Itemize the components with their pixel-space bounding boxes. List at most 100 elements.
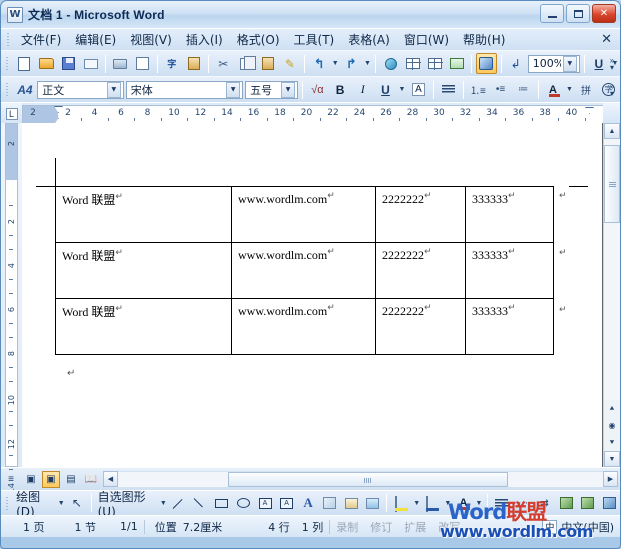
mail-recipient-button[interactable] [81,53,101,74]
scroll-up-button[interactable]: ▲ [604,123,620,139]
underline-style-dropdown[interactable]: ▼ [397,79,407,100]
align-button[interactable] [438,79,459,100]
font-dropdown-arrow[interactable]: ▼ [226,82,240,98]
line-style-button[interactable] [492,493,512,514]
web-layout-view-button[interactable]: ▣ [22,471,40,488]
table-row[interactable]: Word 联盟↵www.wordlm.com↵2222222↵333333↵ [56,243,554,299]
highlight-border-button[interactable]: A [408,79,429,100]
vertical-scroll-thumb[interactable] [604,145,620,223]
copy-button[interactable] [235,53,255,74]
font-combo[interactable]: 宋体 ▼ [126,81,243,99]
print-button[interactable] [110,53,130,74]
status-language-area[interactable]: 中 中文(中国) [542,519,620,535]
paste-button[interactable] [258,53,278,74]
table-cell[interactable]: Word 联盟↵ [56,299,232,355]
fill-color-button[interactable] [391,493,411,514]
close-button[interactable]: ✕ [592,4,616,23]
phonetic-guide-button[interactable]: 拼 [576,79,597,100]
table-cell[interactable]: Word 联盟↵ [56,243,232,299]
outline-view-button[interactable]: ▤ [62,471,80,488]
new-document-button[interactable] [14,53,34,74]
format-painter-button[interactable]: ✎ [280,53,300,74]
draw-menu-button[interactable]: 绘图(D) [13,490,56,515]
scroll-left-button[interactable]: ◀ [103,471,118,487]
table-row[interactable]: Word 联盟↵www.wordlm.com↵2222222↵333333↵ [56,299,554,355]
print-preview-button[interactable] [132,53,152,74]
table-cell[interactable]: 2222222↵ [376,187,466,243]
insert-table-button[interactable] [425,53,445,74]
table-cell[interactable]: 2222222↵ [376,299,466,355]
3d-style-button[interactable] [578,493,598,514]
equation-button[interactable]: √α [307,79,328,100]
horizontal-scroll-track[interactable] [118,471,603,487]
previous-page-button[interactable]: ⯅ [604,400,620,417]
draw-menu-arrow[interactable]: ▼ [56,493,66,514]
vertical-text-box-tool[interactable]: A [277,493,297,514]
save-button[interactable] [59,53,79,74]
select-objects-button[interactable]: ↖ [67,493,87,514]
table-cell[interactable]: www.wordlm.com↵ [232,299,376,355]
style-dropdown-arrow[interactable]: ▼ [107,82,121,98]
status-extend-selection[interactable]: 扩展 [398,519,432,535]
reading-layout-button[interactable]: 📖 [82,471,100,488]
insert-excel-button[interactable] [447,53,467,74]
scroll-down-button[interactable]: ▼ [604,451,620,467]
maximize-button[interactable] [566,4,590,23]
vertical-ruler[interactable]: 22468101214 [1,123,22,467]
menu-file[interactable]: 文件(F) [14,29,68,50]
menu-grip-handle[interactable] [4,32,11,48]
underline-button[interactable]: U [375,79,396,100]
menu-format[interactable]: 格式(O) [230,29,287,50]
dash-style-button[interactable]: ⋯ [513,493,533,514]
line-color-button[interactable] [423,493,443,514]
table-cell[interactable]: www.wordlm.com↵ [232,187,376,243]
font-color-dropdown[interactable]: ▼ [564,79,574,100]
undo-dropdown[interactable]: ▼ [330,53,340,74]
close-document-button[interactable]: ✕ [601,32,612,46]
table-cell[interactable]: www.wordlm.com↵ [232,243,376,299]
status-overtype[interactable]: 改写 [432,519,466,535]
minimize-button[interactable] [540,4,564,23]
status-record-macro[interactable]: 录制 [330,519,364,535]
formatting-toolbar-overflow-button[interactable]: »▾ [606,79,618,100]
redo-button[interactable]: ↱ [341,53,361,74]
clip-art-tool[interactable] [341,493,361,514]
style-combo[interactable]: 正文 ▼ [37,81,124,99]
picture-tool[interactable] [363,493,383,514]
drawing-toolbar-end[interactable] [599,493,619,514]
numbered-list-button[interactable]: ⒈≡ [468,79,489,100]
line-color-dropdown[interactable]: ▼ [443,493,453,514]
arrow-tool[interactable] [191,493,211,514]
show-formatting-button[interactable] [476,53,496,74]
standard-toolbar-grip[interactable] [4,56,10,72]
tab-stop-selector[interactable]: L [1,103,22,124]
document-page[interactable]: Word 联盟↵www.wordlm.com↵2222222↵333333↵Wo… [22,123,603,467]
menu-help[interactable]: 帮助(H) [456,29,512,50]
paragraph-marks-button[interactable]: ↲ [506,53,526,74]
table-cell[interactable]: 333333↵ [466,299,554,355]
table-cell[interactable]: Word 联盟↵ [56,187,232,243]
right-indent-marker[interactable] [585,107,594,114]
autoshapes-menu-button[interactable]: 自选图形(U) [95,490,159,515]
formatting-toolbar-grip[interactable] [4,82,11,98]
menu-table[interactable]: 表格(A) [341,29,397,50]
redo-dropdown[interactable]: ▼ [362,53,372,74]
autoshapes-menu-arrow[interactable]: ▼ [159,493,169,514]
open-button[interactable] [37,53,57,74]
wordart-tool[interactable]: A [298,493,318,514]
research-button[interactable] [184,53,204,74]
menu-tools[interactable]: 工具(T) [287,29,342,50]
diagram-tool[interactable] [320,493,340,514]
page-canvas[interactable]: Word 联盟↵www.wordlm.com↵2222222↵333333↵Wo… [22,123,603,467]
increase-indent-button[interactable]: ≔ [513,79,534,100]
cut-button[interactable]: ✂ [213,53,233,74]
font-color-button[interactable]: A [543,79,564,100]
document-table[interactable]: Word 联盟↵www.wordlm.com↵2222222↵333333↵Wo… [55,186,554,355]
next-page-button[interactable]: ⯆ [604,434,620,451]
drawing-toolbar-grip[interactable] [4,495,10,511]
menu-view[interactable]: 视图(V) [123,29,179,50]
fill-color-dropdown[interactable]: ▼ [412,493,422,514]
text-box-tool[interactable]: A [255,493,275,514]
table-cell[interactable]: 333333↵ [466,243,554,299]
scroll-right-button[interactable]: ▶ [603,471,618,487]
